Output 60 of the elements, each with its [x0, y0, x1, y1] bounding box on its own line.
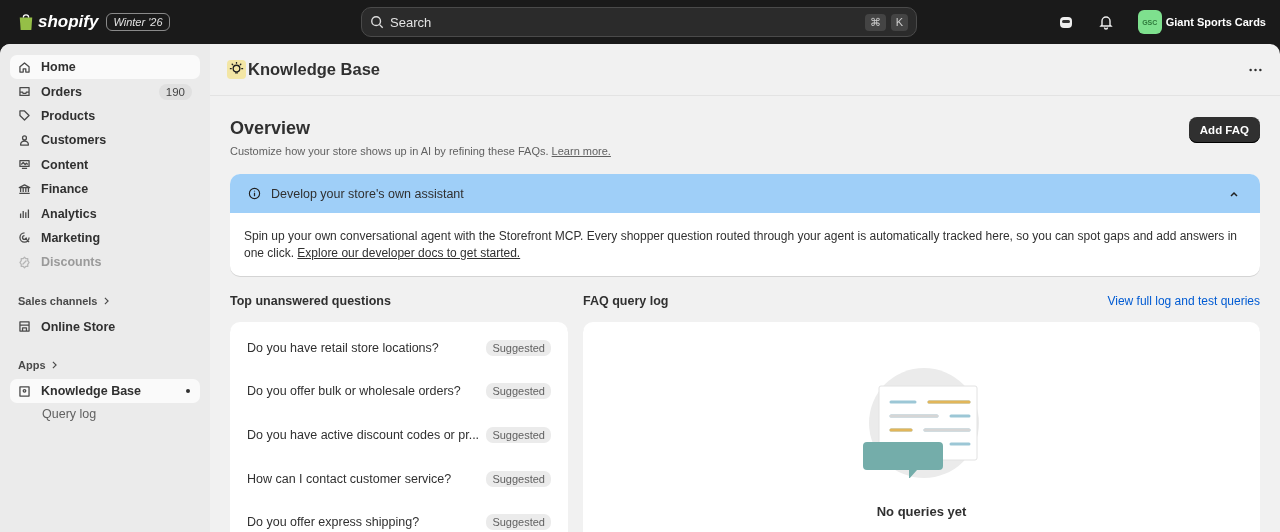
section-title: Overview	[230, 118, 312, 139]
chevron-right-icon	[103, 296, 109, 305]
add-faq-button[interactable]: Add FAQ	[1188, 117, 1260, 143]
nav-icon	[18, 109, 31, 123]
section-heading[interactable]: Apps	[18, 358, 46, 371]
nav-icon	[18, 182, 31, 196]
status-badge: Suggested	[486, 427, 551, 443]
edition-badge[interactable]: Winter '26	[106, 13, 170, 31]
section-heading[interactable]: Sales channels	[18, 294, 98, 307]
status-badge: Suggested	[486, 383, 551, 400]
question-text[interactable]: Do you offer bulk or wholesale orders?	[247, 384, 461, 399]
developer-docs-link[interactable]: Explore our developer docs to get started.	[297, 246, 521, 260]
nav-icon	[18, 207, 31, 221]
empty-state-title: No queries yet	[876, 504, 967, 519]
nav-item[interactable]: Customers	[10, 128, 200, 153]
count-badge: 190	[158, 83, 192, 100]
nav-item[interactable]: Home	[10, 55, 200, 80]
nav-icon	[18, 85, 31, 99]
nav-item[interactable]: Finance	[10, 176, 200, 202]
nav-item[interactable]: Content	[10, 152, 200, 177]
banner-text: Spin up your own conversational agent with the Storefront MCP. Every shopper question routed through your agent is automatically tracked here, so you can spot gaps and add answers in one click. Explore our developer docs to get started.	[243, 228, 1239, 262]
nav-item[interactable]: Orders 190	[10, 79, 200, 104]
overview-description: Customize how your store shows up in AI by refining these FAQs. Learn more.	[230, 145, 611, 157]
section-title: FAQ query log	[583, 294, 669, 308]
nav-icon	[18, 158, 31, 172]
learn-more-link[interactable]: Learn more.	[551, 145, 611, 157]
nav-icon	[18, 60, 31, 74]
page-title: Knowledge Base	[248, 60, 381, 79]
view-log-link[interactable]: View full log and test queries	[1107, 294, 1260, 308]
status-badge: Suggested	[486, 514, 551, 531]
chevron-right-icon	[51, 360, 57, 369]
question-text[interactable]: Do you offer express shipping?	[247, 515, 420, 530]
notification-bell-icon[interactable]	[1097, 14, 1114, 30]
info-icon	[248, 187, 261, 200]
robot-face-icon[interactable]	[1057, 14, 1074, 30]
nav-item[interactable]: Marketing	[10, 225, 200, 251]
shopping-bag-logo-icon[interactable]	[18, 13, 34, 31]
status-badge: Suggested	[486, 470, 551, 487]
lightbulb-icon	[227, 60, 246, 79]
nav-icon	[18, 320, 31, 334]
nav-icon	[18, 384, 31, 398]
section-title: Top unanswered questions	[230, 294, 391, 308]
keyboard-key: ⌘	[864, 14, 886, 31]
banner-title: Develop your store's own assistant	[271, 186, 465, 201]
nav-icon	[18, 133, 31, 147]
more-actions-icon[interactable]	[1249, 67, 1262, 72]
nav-item[interactable]: Knowledge Base	[10, 378, 200, 404]
question-text[interactable]: Do you have active discount codes or pr...	[247, 428, 480, 442]
search-icon	[370, 15, 384, 29]
nav-icon	[18, 231, 31, 245]
nav-item[interactable]: Online Store	[10, 314, 200, 339]
nav-item[interactable]: Products	[10, 103, 200, 129]
store-name[interactable]: Giant Sports Cards	[1165, 16, 1266, 28]
sub-nav-item[interactable]: Query log	[10, 403, 200, 426]
nav-item[interactable]: Analytics	[10, 201, 200, 226]
status-badge: Suggested	[486, 339, 551, 356]
logo-text[interactable]: shopify	[38, 12, 99, 32]
nav-icon	[18, 255, 31, 269]
question-text[interactable]: Do you have retail store locations?	[247, 340, 439, 355]
question-text[interactable]: How can I contact customer service?	[247, 471, 452, 486]
